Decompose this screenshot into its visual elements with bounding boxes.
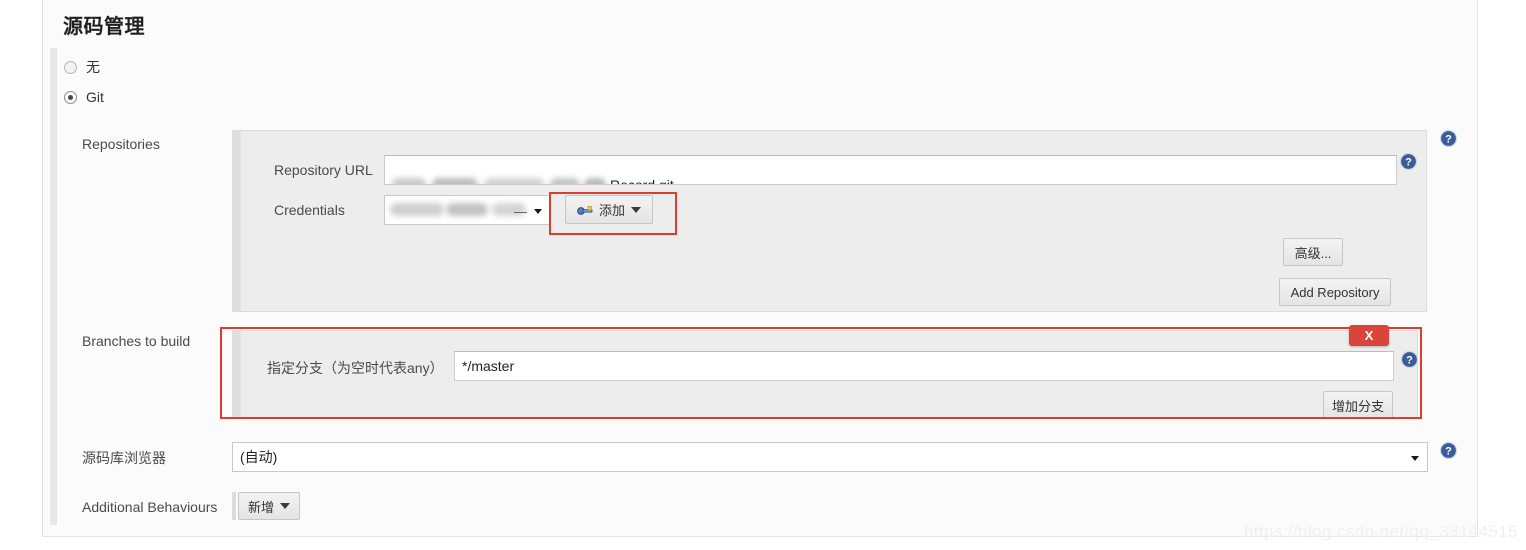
repository-url-label: Repository URL — [274, 162, 373, 178]
credentials-label: Credentials — [274, 202, 345, 218]
svg-text:?: ? — [1445, 134, 1452, 146]
branches-panel-body: 指定分支（为空时代表any） */master 增加分支 — [240, 331, 1417, 419]
repository-browser-select[interactable]: (自动) — [232, 442, 1428, 472]
redaction-block — [484, 178, 544, 184]
add-credentials-label: 添加 — [599, 203, 626, 218]
add-repository-label: Add Repository — [1290, 284, 1380, 300]
repository-browser-label: 源码库浏览器 — [82, 450, 166, 466]
key-icon — [577, 203, 593, 216]
credentials-select[interactable]: — — [384, 195, 551, 225]
redaction-block — [584, 178, 606, 184]
branches-panel: 指定分支（为空时代表any） */master 增加分支 — [232, 330, 1418, 419]
redaction-block — [446, 203, 488, 216]
scm-option-git-label: Git — [86, 89, 104, 105]
chevron-down-icon — [280, 503, 291, 509]
add-branch-label: 增加分支 — [1332, 398, 1385, 414]
svg-text:?: ? — [1405, 157, 1412, 169]
svg-text:?: ? — [1445, 446, 1452, 458]
chevron-down-icon — [534, 209, 542, 214]
scm-option-git[interactable]: Git — [64, 89, 104, 105]
git-section-stripe — [50, 48, 57, 525]
repository-url-input[interactable]: Record.git — [384, 155, 1397, 185]
credentials-dash: — — [514, 204, 527, 219]
add-credentials-button[interactable]: 添加 — [565, 195, 654, 224]
chevron-down-icon — [631, 206, 642, 213]
add-behaviour-label: 新增 — [248, 499, 275, 515]
help-icon-repository-browser[interactable]: ? — [1439, 441, 1458, 460]
redaction-block — [550, 178, 580, 184]
branch-specifier-label: 指定分支（为空时代表any） — [267, 360, 444, 376]
branches-section-label: Branches to build — [82, 333, 191, 349]
scm-option-none[interactable]: 无 — [64, 57, 100, 77]
branch-specifier-input[interactable]: */master — [454, 351, 1394, 381]
repository-url-value: Record.git — [610, 177, 674, 185]
delete-branch-button[interactable]: X — [1349, 325, 1389, 346]
help-icon-branch-specifier[interactable]: ? — [1400, 350, 1419, 369]
svg-text:?: ? — [1406, 355, 1413, 367]
repository-browser-value: (自动) — [240, 448, 278, 465]
radio-git-icon[interactable] — [64, 90, 77, 104]
watermark: https://blog.csdn.net/qq_33144515 — [1243, 522, 1518, 541]
additional-behaviours-label: Additional Behaviours — [82, 499, 218, 515]
scm-configuration-page: 源码管理 无 Git Repositories Repository URL R — [0, 0, 1526, 550]
repositories-drag-handle[interactable] — [233, 131, 240, 311]
add-branch-button[interactable]: 增加分支 — [1323, 391, 1393, 419]
advanced-button[interactable]: 高级... — [1283, 238, 1343, 266]
page-title: 源码管理 — [63, 16, 145, 38]
repositories-section-label: Repositories — [82, 136, 160, 152]
repositories-panel-body: Repository URL Record.git Credentials — … — [240, 131, 1426, 311]
redaction-block — [390, 203, 444, 216]
redaction-block — [392, 178, 426, 184]
branch-specifier-value: */master — [462, 358, 515, 374]
branches-drag-handle[interactable] — [233, 331, 240, 417]
scm-option-none-label: 无 — [86, 59, 100, 75]
chevron-down-icon — [1411, 456, 1419, 461]
radio-none-icon[interactable] — [64, 60, 77, 74]
help-icon-repositories[interactable]: ? — [1439, 129, 1458, 148]
add-behaviour-button[interactable]: 新增 — [238, 492, 300, 520]
help-icon-repository-url[interactable]: ? — [1399, 152, 1418, 171]
redaction-block — [432, 178, 478, 184]
additional-behaviours-divider — [232, 492, 236, 520]
repositories-panel: Repository URL Record.git Credentials — … — [232, 130, 1427, 312]
add-repository-button[interactable]: Add Repository — [1279, 278, 1391, 306]
advanced-label: 高级... — [1294, 245, 1332, 261]
